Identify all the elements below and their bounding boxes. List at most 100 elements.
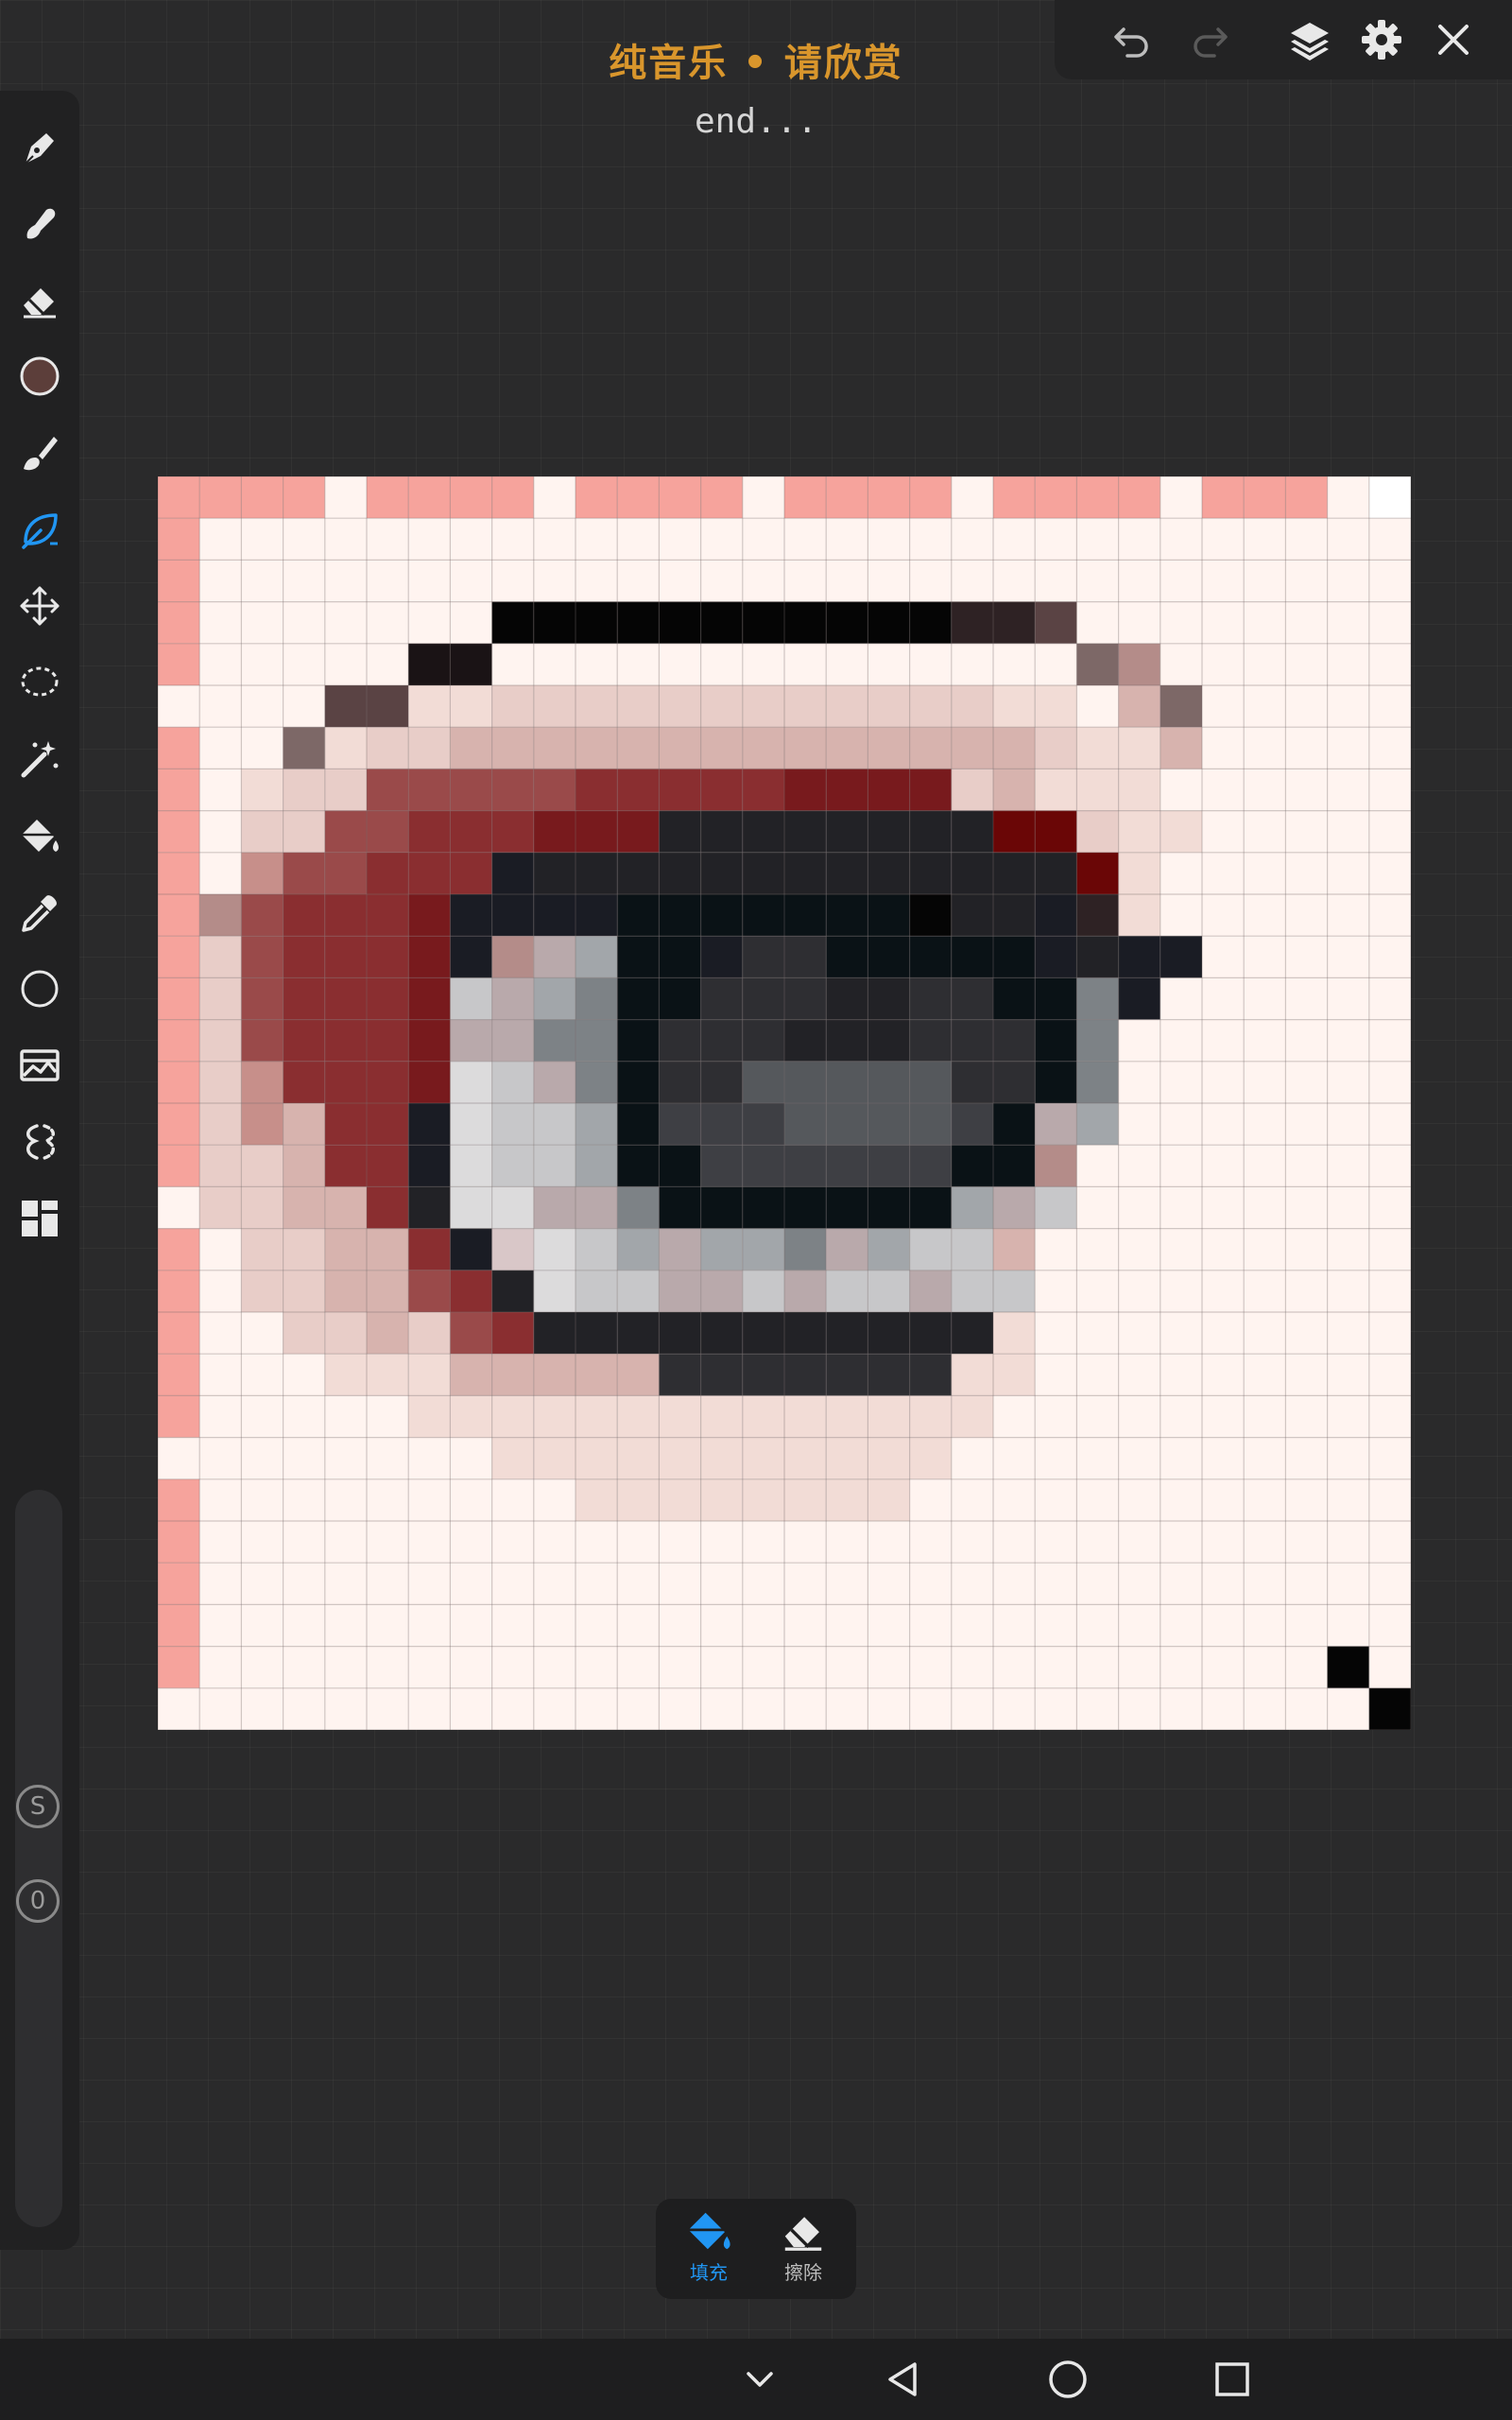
pixel-cell[interactable] [868, 1061, 910, 1103]
pixel-cell[interactable] [576, 852, 618, 894]
pixel-cell[interactable] [659, 852, 701, 894]
pixel-cell[interactable] [1076, 1646, 1119, 1688]
pixel-cell[interactable] [576, 1270, 618, 1312]
pixel-cell[interactable] [576, 1312, 618, 1355]
pixel-cell[interactable] [909, 1687, 952, 1730]
pixel-cell[interactable] [868, 1103, 910, 1146]
pixel-cell[interactable] [324, 1061, 367, 1103]
pixel-cell[interactable] [1118, 601, 1160, 644]
pixel-cell[interactable] [1368, 601, 1411, 644]
pixel-cell[interactable] [659, 560, 701, 602]
pixel-cell[interactable] [576, 1395, 618, 1438]
pixel-cell[interactable] [1285, 977, 1328, 1020]
pixel-cell[interactable] [659, 685, 701, 728]
pixel-cell[interactable] [533, 1563, 576, 1605]
pixel-cell[interactable] [993, 685, 1036, 728]
pixel-cell[interactable] [324, 1186, 367, 1229]
pixel-cell[interactable] [199, 1186, 242, 1229]
pixel-cell[interactable] [576, 1521, 618, 1564]
pixel-cell[interactable] [868, 1521, 910, 1564]
pixel-cell[interactable] [1368, 1270, 1411, 1312]
pixel-cell[interactable] [993, 727, 1036, 769]
pixel-cell[interactable] [1118, 1563, 1160, 1605]
pixel-cell[interactable] [617, 643, 660, 685]
pixel-cell[interactable] [1160, 1312, 1202, 1355]
pixel-cell[interactable] [868, 727, 910, 769]
pixel-cell[interactable] [784, 1145, 827, 1187]
pixel-cell[interactable] [909, 852, 952, 894]
pixel-cell[interactable] [993, 852, 1036, 894]
pixel-cell[interactable] [491, 1103, 534, 1146]
pixel-cell[interactable] [533, 810, 576, 853]
pixel-cell[interactable] [1244, 727, 1286, 769]
pixel-cell[interactable] [951, 1354, 993, 1396]
pixel-cell[interactable] [784, 518, 827, 561]
pixel-cell[interactable] [1035, 1061, 1077, 1103]
pixel-cell[interactable] [324, 977, 367, 1020]
pixel-cell[interactable] [1035, 1563, 1077, 1605]
pixel-cell[interactable] [158, 1270, 200, 1312]
pixel-cell[interactable] [1118, 1103, 1160, 1146]
pixel-cell[interactable] [199, 936, 242, 978]
pixel-cell[interactable] [1035, 1103, 1077, 1146]
pixel-cell[interactable] [1368, 769, 1411, 811]
pixel-cell[interactable] [784, 1478, 827, 1521]
pixel-cell[interactable] [993, 1521, 1036, 1564]
pixel-cell[interactable] [1035, 1687, 1077, 1730]
pixel-cell[interactable] [826, 1563, 868, 1605]
pixel-cell[interactable] [700, 1646, 743, 1688]
pixel-cell[interactable] [1285, 727, 1328, 769]
pixel-cell[interactable] [367, 894, 409, 937]
pixel-cell[interactable] [1285, 1395, 1328, 1438]
pixel-cell[interactable] [868, 1270, 910, 1312]
pixel-cell[interactable] [283, 894, 325, 937]
pixel-cell[interactable] [1202, 894, 1245, 937]
pixel-cell[interactable] [826, 601, 868, 644]
pixel-cell[interactable] [1368, 1354, 1411, 1396]
pixel-cell[interactable] [450, 1061, 492, 1103]
pixel-cell[interactable] [1160, 1478, 1202, 1521]
pixel-cell[interactable] [241, 727, 284, 769]
pixel-cell[interactable] [408, 1186, 451, 1229]
pixel-cell[interactable] [491, 1563, 534, 1605]
pixel-cell[interactable] [1118, 977, 1160, 1020]
pixel-cell[interactable] [324, 1312, 367, 1355]
pixel-cell[interactable] [1285, 1604, 1328, 1647]
pixel-cell[interactable] [1368, 643, 1411, 685]
pixel-cell[interactable] [491, 852, 534, 894]
pixel-cell[interactable] [199, 1061, 242, 1103]
pixel-cell[interactable] [1202, 1437, 1245, 1479]
pixel-cell[interactable] [1327, 685, 1369, 728]
pixel-cell[interactable] [909, 1103, 952, 1146]
pixel-cell[interactable] [1035, 1228, 1077, 1270]
pixel-cell[interactable] [1244, 1354, 1286, 1396]
pixel-cell[interactable] [993, 1145, 1036, 1187]
drawing-canvas[interactable] [158, 476, 1411, 1730]
pixel-cell[interactable] [324, 1687, 367, 1730]
pixel-cell[interactable] [533, 1312, 576, 1355]
pixel-cell[interactable] [408, 1354, 451, 1396]
pixel-cell[interactable] [700, 1186, 743, 1229]
pixel-cell[interactable] [1327, 1604, 1369, 1647]
pixel-cell[interactable] [1202, 476, 1245, 519]
pixel-cell[interactable] [1327, 518, 1369, 561]
pixel-cell[interactable] [1118, 1646, 1160, 1688]
pixel-cell[interactable] [158, 518, 200, 561]
pixel-cell[interactable] [1327, 1145, 1369, 1187]
pixel-cell[interactable] [533, 518, 576, 561]
pixel-cell[interactable] [324, 1145, 367, 1187]
pixel-cell[interactable] [450, 601, 492, 644]
pixel-cell[interactable] [700, 643, 743, 685]
pixel-cell[interactable] [1202, 1521, 1245, 1564]
pixel-cell[interactable] [617, 601, 660, 644]
pixel-cell[interactable] [951, 476, 993, 519]
pixel-cell[interactable] [909, 1145, 952, 1187]
pixel-cell[interactable] [408, 1437, 451, 1479]
pixel-cell[interactable] [450, 936, 492, 978]
pixel-cell[interactable] [158, 476, 200, 519]
pixel-cell[interactable] [993, 1604, 1036, 1647]
pixel-cell[interactable] [367, 977, 409, 1020]
pixel-cell[interactable] [1076, 1061, 1119, 1103]
pixel-cell[interactable] [1160, 1437, 1202, 1479]
pixel-cell[interactable] [1327, 1019, 1369, 1062]
